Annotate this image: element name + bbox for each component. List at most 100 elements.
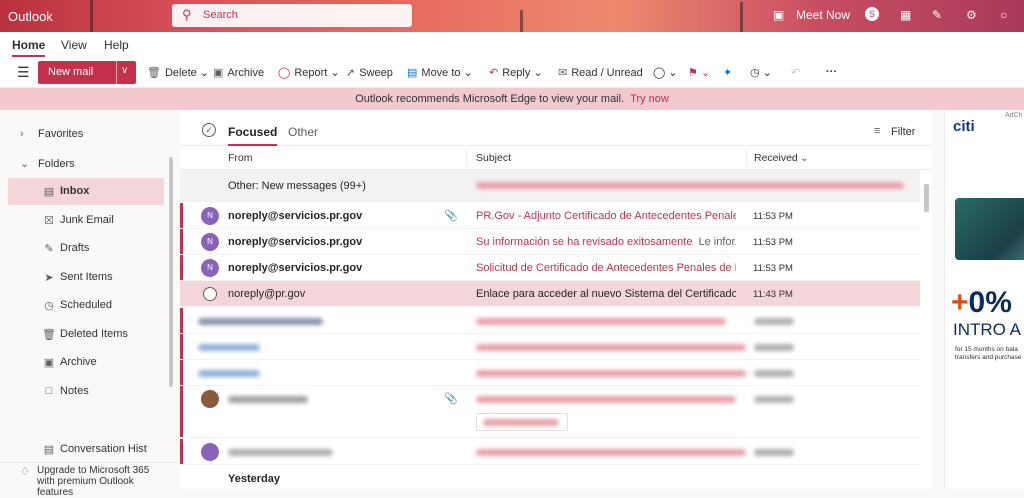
received-time: 11:43 PM (753, 289, 793, 300)
tag-icon[interactable]: ◯ ⌄ (653, 66, 678, 79)
more-icon[interactable]: ··· (826, 66, 837, 78)
redacted-sender (228, 449, 333, 456)
ad-choices-label[interactable]: AdCh (1005, 112, 1023, 119)
message-row[interactable] (180, 334, 920, 360)
message-row[interactable]: N noreply@servicios.pr.gov Su informació… (180, 229, 920, 255)
sidebar-item-deleted[interactable]: 🗑 Deleted Items (8, 321, 164, 348)
search-box[interactable]: ⚲ Search (172, 4, 412, 27)
avatar: N (201, 233, 219, 251)
broom-icon: ➚ (346, 67, 356, 79)
attachment-chip[interactable] (476, 413, 568, 431)
sidebar-item-junk[interactable]: ☒ Junk Email (8, 207, 164, 234)
favorites-label: Favorites (38, 128, 84, 140)
flag-icon[interactable]: ⚑ ⌄ (688, 66, 710, 79)
folder-pane: › Favorites ⌄ Folders ▤ Inbox ☒ Junk Email ✎… (0, 110, 178, 498)
try-now-link[interactable]: Try now (630, 93, 669, 105)
select-radio[interactable] (203, 287, 217, 301)
pencil-icon: ✎ (44, 243, 54, 255)
message-row[interactable] (180, 360, 920, 386)
move-to-label: Move to (421, 67, 461, 79)
tab-view[interactable]: View (61, 38, 87, 52)
filter-button[interactable]: Filter (891, 126, 915, 138)
select-all-checkbox[interactable]: ✓ (202, 123, 216, 137)
meet-now-button[interactable]: Meet Now (796, 8, 850, 22)
message-row[interactable]: N noreply@servicios.pr.gov 📎 PR.Gov - Ad… (180, 203, 920, 229)
sidebar-item-scheduled[interactable]: ◷ Scheduled (8, 292, 164, 319)
sidebar-item-label: Junk Email (60, 214, 114, 226)
pin-icon[interactable]: ✦ (723, 66, 732, 79)
reply-button[interactable]: ↶ Reply ⌄ (489, 66, 543, 79)
message-row[interactable] (180, 308, 920, 334)
office-icon[interactable]: ▦ (900, 8, 911, 22)
edge-recommendation-banner: Outlook recommends Microsoft Edge to vie… (0, 88, 1024, 110)
column-received[interactable]: Received (754, 152, 798, 164)
citi-logo: citi (953, 118, 975, 135)
other-messages-row[interactable]: Other: New messages (99+) (180, 170, 920, 202)
folders-header[interactable]: ⌄ Folders (20, 157, 75, 170)
redacted-time (754, 344, 794, 351)
undo-icon[interactable]: ↶ (791, 66, 800, 79)
ad-pane[interactable]: AdCh citi +0% INTRO A for 15 months on b… (944, 110, 1024, 489)
split-divider (116, 61, 117, 84)
sidebar-item-drafts[interactable]: ✎ Drafts (8, 235, 164, 262)
filter-icon: ≡ (874, 125, 881, 137)
sidebar-item-label: Inbox (60, 185, 90, 197)
sidebar-item-notes[interactable]: □ Notes (8, 378, 164, 405)
tab-focused[interactable]: Focused (228, 125, 278, 146)
message-row[interactable] (180, 439, 920, 465)
sidebar-item-label: Conversation Hist (60, 443, 147, 455)
lightbulb-icon[interactable]: ○ (1000, 8, 1007, 22)
redacted-time (754, 318, 794, 325)
column-divider (466, 150, 467, 165)
app-title[interactable]: Outlook (8, 9, 53, 24)
message-row[interactable]: noreply@pr.gov Enlace para acceder al nu… (180, 281, 920, 307)
feedback-icon[interactable]: ✎ (932, 8, 942, 22)
move-to-button[interactable]: ▤ Move to ⌄ (407, 66, 473, 79)
column-subject[interactable]: Subject (476, 152, 511, 164)
column-from[interactable]: From (228, 152, 253, 164)
message-list-scrollbar[interactable] (924, 184, 929, 212)
subject: Su información se ha revisado exitosamen… (476, 236, 736, 248)
message-row[interactable]: 📎 (180, 386, 920, 438)
delete-label: Delete (164, 67, 197, 79)
search-icon: ⚲ (182, 7, 192, 22)
group-label: Other: New messages (99+) (228, 180, 366, 192)
redacted-time (754, 370, 794, 377)
sidebar-item-conversation-history[interactable]: ▤ Conversation Hist (8, 436, 164, 456)
sidebar-item-inbox[interactable]: ▤ Inbox (8, 178, 164, 205)
avatar: N (201, 207, 219, 225)
sidebar-item-archive[interactable]: ▣ Archive (8, 349, 164, 376)
gear-icon[interactable]: ⚙ (966, 8, 977, 22)
chevron-right-icon: › (20, 128, 24, 140)
ad-intro: INTRO A (953, 320, 1022, 339)
command-toolbar: ☰ New mail ∨ 🗑 Delete ⌄ ▣ Archive ◯ Report … (0, 58, 1024, 88)
sweep-button[interactable]: ➚ Sweep (346, 66, 393, 79)
new-mail-label: New mail (48, 66, 94, 78)
tab-help[interactable]: Help (104, 38, 129, 52)
message-row[interactable]: N noreply@servicios.pr.gov Solicitud de … (180, 255, 920, 281)
favorites-header[interactable]: › Favorites (20, 128, 83, 140)
subject-text: Su información se ha revisado exitosamen… (476, 236, 693, 248)
preview-text: Le infor... (698, 236, 736, 248)
tab-home[interactable]: Home (12, 38, 46, 57)
new-mail-button[interactable]: New mail ∨ (38, 61, 136, 84)
chevron-down-icon[interactable]: ∨ (121, 65, 128, 76)
skype-icon[interactable]: S (865, 7, 879, 21)
report-button[interactable]: ◯ Report ⌄ (278, 66, 340, 79)
attachment-icon: 📎 (444, 210, 458, 222)
redacted-sender (198, 370, 260, 377)
delete-button[interactable]: 🗑 Delete ⌄ (147, 66, 209, 79)
read-unread-button[interactable]: ✉ Read / Unread (558, 66, 643, 79)
upgrade-promo[interactable]: ♢ Upgrade to Microsoft 365 with premium … (0, 462, 178, 498)
banner-text: Outlook recommends Microsoft Edge to vie… (355, 93, 625, 105)
folder-pane-scrollbar[interactable] (169, 157, 173, 387)
ad-terms-line-2: transfers and purchase (955, 354, 1022, 361)
sidebar-item-sent[interactable]: ➤ Sent Items (8, 264, 164, 291)
sender: noreply@servicios.pr.gov (228, 262, 363, 274)
tab-other[interactable]: Other (288, 125, 318, 139)
snooze-icon[interactable]: ◷ ⌄ (750, 66, 772, 79)
sort-chevron-icon[interactable]: ⌄ (800, 152, 809, 164)
archive-button[interactable]: ▣ Archive (213, 66, 264, 79)
hamburger-icon[interactable]: ☰ (17, 64, 30, 81)
redacted-time (754, 449, 794, 456)
